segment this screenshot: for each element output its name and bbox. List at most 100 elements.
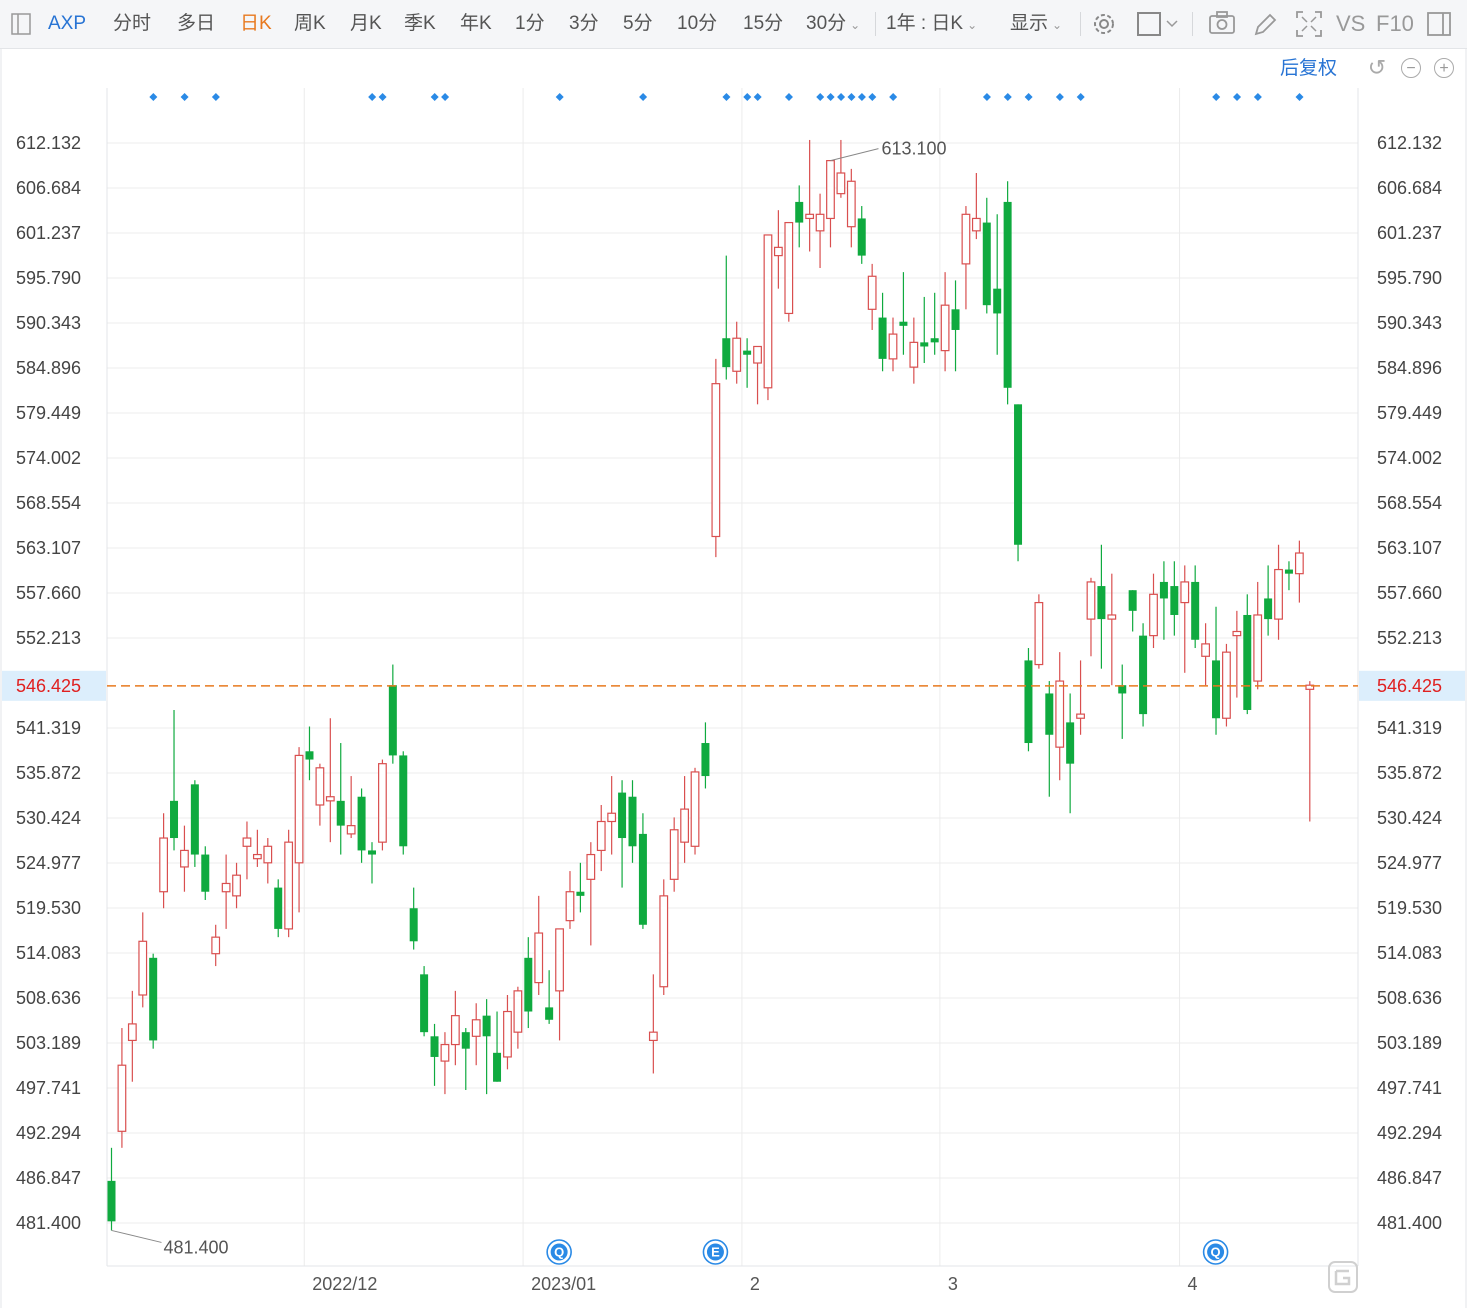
x-tick-label: 2022/12 bbox=[312, 1274, 377, 1294]
y-tick-label-right: 530.424 bbox=[1377, 808, 1442, 828]
y-tick-label-left: 574.002 bbox=[16, 448, 81, 468]
event-marker bbox=[1024, 93, 1033, 101]
candle-up bbox=[773, 210, 783, 289]
candle-down bbox=[920, 296, 929, 364]
candle-down bbox=[149, 953, 158, 1049]
y-tick-label-right: 563.107 bbox=[1377, 538, 1442, 558]
candle-body bbox=[524, 957, 533, 1012]
candle-body bbox=[1201, 643, 1211, 657]
candle-up bbox=[867, 263, 877, 330]
event-marker bbox=[1212, 93, 1221, 101]
candle-body bbox=[1149, 593, 1158, 637]
y-tick-label-right: 590.343 bbox=[1377, 313, 1442, 333]
y-tick-label-left: 530.424 bbox=[16, 808, 81, 828]
candle-body bbox=[190, 784, 199, 855]
event-marker bbox=[847, 93, 856, 101]
event-badges: QEQ bbox=[546, 1239, 1229, 1265]
candle-down bbox=[878, 292, 887, 372]
candle-up bbox=[1086, 577, 1096, 657]
candle-body bbox=[576, 891, 585, 896]
candle-body bbox=[242, 837, 252, 847]
candle-body bbox=[1284, 569, 1293, 574]
candle-body bbox=[732, 337, 742, 372]
candle-body bbox=[284, 841, 294, 930]
candle-up bbox=[815, 193, 825, 269]
candle-up bbox=[180, 825, 189, 892]
candle-body bbox=[971, 217, 981, 232]
candle-up bbox=[648, 974, 658, 1074]
candle-body bbox=[940, 304, 950, 352]
candle-up bbox=[1274, 544, 1283, 640]
candle-body bbox=[368, 850, 376, 855]
candle-body bbox=[1097, 586, 1106, 620]
event-marker bbox=[430, 93, 439, 101]
candle-up bbox=[1201, 623, 1211, 686]
candle-down bbox=[201, 846, 210, 900]
y-tick-label-left: 579.449 bbox=[16, 403, 81, 423]
y-tick-label-left: 514.083 bbox=[16, 943, 81, 963]
candle-up bbox=[1180, 565, 1190, 673]
y-tick-label-right: 519.530 bbox=[1377, 898, 1442, 918]
candle-body bbox=[1212, 660, 1221, 719]
candle-up bbox=[242, 821, 252, 880]
candle-body bbox=[440, 1043, 450, 1062]
candle-body bbox=[1128, 590, 1137, 611]
candle-up bbox=[607, 776, 617, 855]
candle-up bbox=[1149, 573, 1158, 649]
candle-up bbox=[471, 1003, 481, 1066]
candle-up bbox=[1232, 610, 1242, 698]
candle-up bbox=[138, 912, 148, 1008]
candle-down bbox=[722, 255, 731, 380]
event-marker bbox=[639, 93, 648, 101]
candle-down bbox=[1284, 561, 1293, 591]
y-tick-label-left: 524.977 bbox=[16, 853, 81, 873]
y-tick-label-left: 481.400 bbox=[16, 1213, 81, 1233]
candle-body bbox=[1034, 601, 1044, 666]
candle-down bbox=[857, 206, 866, 264]
candle-down bbox=[388, 664, 397, 764]
x-tick-label: 2 bbox=[750, 1274, 760, 1294]
candle-down bbox=[993, 214, 1002, 355]
candle-body bbox=[836, 172, 846, 195]
candle-body bbox=[993, 288, 1002, 314]
candle-body bbox=[795, 201, 804, 223]
candle-body bbox=[545, 1007, 554, 1020]
candle-body bbox=[1014, 404, 1023, 545]
candle-up bbox=[971, 173, 981, 240]
candle-body bbox=[450, 1015, 460, 1046]
candle-down bbox=[576, 862, 585, 913]
candle-down bbox=[930, 292, 939, 355]
candle-up bbox=[503, 994, 512, 1070]
candle-body bbox=[127, 1023, 137, 1042]
candle-up bbox=[909, 317, 919, 384]
candle-down bbox=[107, 1147, 116, 1231]
candle-down bbox=[305, 726, 314, 781]
candle-body bbox=[805, 213, 815, 220]
event-badge-label: E bbox=[711, 1245, 720, 1260]
candle-up bbox=[805, 139, 815, 252]
current-price-label-right: 546.425 bbox=[1377, 676, 1442, 696]
candle-down bbox=[743, 338, 752, 388]
y-tick-label-left: 606.684 bbox=[16, 178, 81, 198]
y-tick-label-right: 574.002 bbox=[1377, 448, 1442, 468]
y-tick-label-left: 612.132 bbox=[16, 133, 81, 153]
y-tick-label-right: 579.449 bbox=[1377, 403, 1442, 423]
candle-body bbox=[1024, 660, 1033, 744]
candle-down bbox=[628, 780, 637, 863]
candle-body bbox=[252, 853, 262, 860]
y-tick-label-right: 595.790 bbox=[1377, 268, 1442, 288]
candle-body bbox=[596, 820, 606, 852]
candle-up bbox=[1305, 681, 1315, 822]
event-marker bbox=[1233, 93, 1242, 101]
y-tick-label-left: 601.237 bbox=[16, 223, 81, 243]
candle-body bbox=[274, 887, 283, 929]
grid-layer bbox=[107, 88, 1358, 1266]
candle-up bbox=[450, 990, 460, 1066]
event-marker bbox=[857, 93, 866, 101]
y-tick-label-left: 557.660 bbox=[16, 583, 81, 603]
candlestick-chart[interactable]: 612.132 612.132 606.684 606.684 601.237 601.2… bbox=[0, 0, 1467, 1308]
candle-body bbox=[1253, 614, 1263, 682]
candle-body bbox=[493, 1052, 502, 1082]
candle-body bbox=[607, 812, 617, 823]
candle-down bbox=[399, 751, 408, 855]
